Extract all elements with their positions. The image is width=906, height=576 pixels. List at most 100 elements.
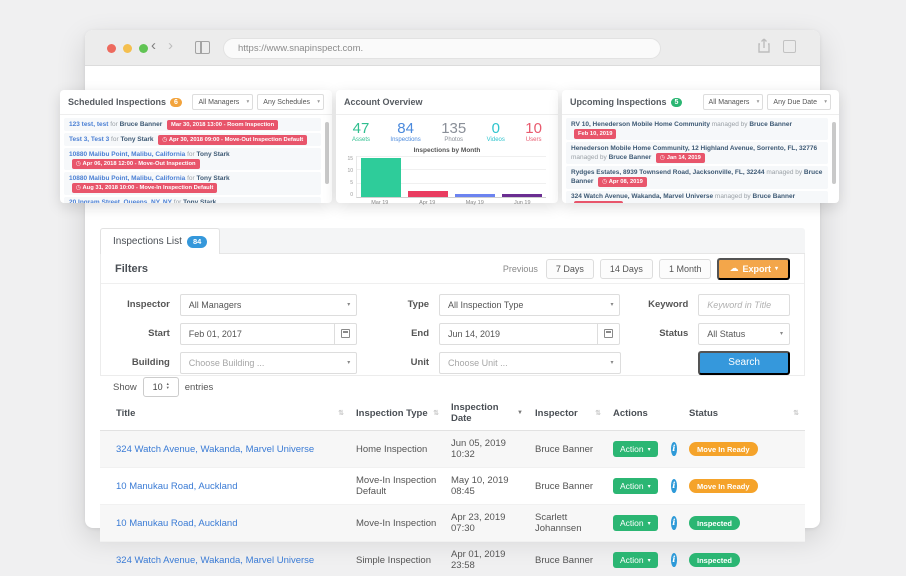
chart-y-tick: 5	[344, 180, 353, 186]
start-calendar-addon[interactable]	[334, 324, 356, 344]
unit-select[interactable]: Choose Unit ... ▾	[439, 352, 620, 374]
upcoming-inspections-card: Upcoming Inspections 5 All Managers▾ Any…	[562, 90, 839, 203]
action-button[interactable]: Action▾	[613, 478, 658, 494]
export-label: Export	[742, 264, 771, 274]
sort-icon: ⇅	[433, 409, 439, 417]
chart-x-label: Apr 19	[407, 200, 447, 206]
scrollbar[interactable]	[832, 122, 836, 184]
account-overview-card: Account Overview 47 Assets 84 Inspection…	[336, 90, 558, 203]
stat: 47 Assets	[352, 121, 370, 143]
range-1-month-button[interactable]: 1 Month	[659, 259, 712, 279]
action-button[interactable]: Action▾	[613, 441, 658, 457]
scheduled-manager-select[interactable]: All Managers▾	[192, 94, 253, 110]
clock-icon: ◷	[162, 137, 167, 143]
chart-y-tick: 0	[344, 192, 353, 198]
action-button[interactable]: Action▾	[613, 515, 658, 531]
row-title-link[interactable]: 10 Manukau Road, Auckland	[116, 481, 237, 492]
row-title-link[interactable]: 324 Watch Avenue, Wakanda, Marvel Univer…	[116, 555, 314, 566]
type-value: All Inspection Type	[448, 300, 523, 310]
entries-select[interactable]: 10 ▴▾	[143, 377, 179, 397]
browser-chrome: ‹ › https://www.snapinspect.com.	[85, 30, 820, 66]
sidebar-toggle-icon[interactable]	[195, 41, 210, 54]
scheduled-item[interactable]: 20 Ingram Street, Queens, NY, NY for Ton…	[64, 197, 321, 203]
show-entries-control: Show 10 ▴▾ entries	[113, 377, 213, 397]
column-header-inspector[interactable]: Inspector⇅	[529, 396, 607, 431]
range-7-days-button[interactable]: 7 Days	[546, 259, 594, 279]
search-button[interactable]: Search	[698, 351, 790, 375]
schedule-badge: ◷ Aug 31, 2018 10:00 - Move-In Inspectio…	[72, 183, 217, 193]
status-select[interactable]: All Status ▾	[698, 323, 790, 345]
schedule-badge: ◷ Mar 30, 2018 13:00 - Room Inspection	[167, 120, 278, 130]
back-icon[interactable]: ‹	[151, 37, 156, 54]
type-label: Type	[387, 299, 429, 310]
column-header-date[interactable]: Inspection Date▼	[445, 396, 529, 431]
desktop: ‹ › https://www.snapinspect.com. Inspect…	[0, 0, 906, 576]
table-row: 10 Manukau Road, Auckland Move-In Inspec…	[100, 468, 805, 505]
stat: 135 Photos	[441, 121, 466, 143]
column-header-type[interactable]: Inspection Type⇅	[350, 396, 445, 431]
row-title-link[interactable]: 10 Manukau Road, Auckland	[116, 518, 237, 529]
column-header-status[interactable]: Status⇅	[683, 396, 805, 431]
scheduled-item[interactable]: 10880 Malibu Point, Malibu, California f…	[64, 148, 321, 170]
start-date-input[interactable]: Feb 01, 2017	[180, 323, 357, 345]
traffic-lights	[107, 44, 148, 53]
upcoming-due-date-select[interactable]: Any Due Date▾	[767, 94, 831, 110]
filters-panel: Filters Previous 7 Days 14 Days 1 Month …	[100, 254, 805, 376]
chevron-down-icon: ▾	[347, 359, 350, 366]
tabs-icon[interactable]	[783, 40, 796, 53]
status-badge: Inspected	[689, 516, 740, 530]
scrollbar[interactable]	[325, 122, 329, 184]
row-title-link[interactable]: 324 Watch Avenue, Wakanda, Marvel Univer…	[116, 444, 314, 455]
scheduled-inspections-card: Scheduled Inspections 6 All Managers▾ An…	[60, 90, 332, 203]
scheduled-count-badge: 6	[170, 98, 182, 107]
info-icon[interactable]: i	[671, 553, 677, 567]
forward-icon[interactable]: ›	[168, 37, 173, 54]
previous-label[interactable]: Previous	[503, 264, 538, 274]
type-select[interactable]: All Inspection Type ▾	[439, 294, 620, 316]
stepper-icon[interactable]: ▴▾	[167, 383, 169, 392]
upcoming-item[interactable]: RV 10, Henederson Mobile Home Community …	[566, 118, 828, 140]
info-icon[interactable]: i	[671, 479, 677, 493]
scheduled-item[interactable]: Test 3, Test 3 for Tony Stark ◷ Apr 30, …	[64, 133, 321, 146]
due-date-badge: ◷ Jan 14, 2019	[656, 153, 705, 163]
chevron-down-icon: ▾	[317, 99, 320, 105]
upcoming-item[interactable]: Henederson Mobile Home Community, 12 Hig…	[566, 142, 828, 164]
building-select[interactable]: Choose Building ... ▾	[180, 352, 358, 374]
sort-icon: ⇅	[595, 409, 601, 417]
export-button[interactable]: ☁ Export ▾	[717, 258, 790, 280]
chart-plot	[356, 156, 546, 198]
upcoming-manager-select[interactable]: All Managers▾	[703, 94, 764, 110]
chart-bar	[502, 156, 542, 197]
tab-inspections-list[interactable]: Inspections List 84	[100, 228, 220, 254]
keyword-label: Keyword	[638, 299, 688, 310]
inspections-table: Title⇅ Inspection Type⇅ Inspection Date▼…	[100, 396, 805, 576]
row-inspection-type: Move-In Inspection	[350, 505, 445, 542]
row-inspection-type: Move-In Inspection Default	[350, 468, 445, 505]
action-button[interactable]: Action▾	[613, 552, 658, 568]
table-header-row: Title⇅ Inspection Type⇅ Inspection Date▼…	[100, 396, 805, 431]
status-badge: Inspected	[689, 553, 740, 567]
range-14-days-button[interactable]: 14 Days	[600, 259, 653, 279]
upcoming-item[interactable]: 324 Watch Avenue, Wakanda, Marvel Univer…	[566, 191, 828, 203]
tab-count-badge: 84	[187, 236, 207, 248]
keyword-input[interactable]	[707, 300, 781, 310]
scheduled-item[interactable]: 123 test, test for Bruce Banner ◷ Mar 30…	[64, 118, 321, 131]
close-window-icon[interactable]	[107, 44, 116, 53]
row-inspection-date: Jun 05, 2019 10:32	[445, 431, 529, 468]
info-icon[interactable]: i	[671, 442, 677, 456]
end-calendar-addon[interactable]	[597, 324, 619, 344]
clock-icon: ◷	[76, 185, 81, 191]
address-bar[interactable]: https://www.snapinspect.com.	[223, 38, 661, 59]
end-date-input[interactable]: Jun 14, 2019	[439, 323, 620, 345]
scheduled-schedule-select[interactable]: Any Schedules▾	[257, 94, 324, 110]
zoom-window-icon[interactable]	[139, 44, 148, 53]
chart-xlabels: Mar 19Apr 19May 19Jun 19	[356, 200, 546, 206]
chevron-down-icon: ▾	[757, 99, 760, 105]
info-icon[interactable]: i	[671, 516, 677, 530]
upcoming-item[interactable]: Rydges Estates, 8939 Townsend Road, Jack…	[566, 166, 828, 188]
minimize-window-icon[interactable]	[123, 44, 132, 53]
inspector-select[interactable]: All Managers ▾	[180, 294, 357, 316]
share-icon[interactable]	[757, 38, 771, 54]
scheduled-item[interactable]: 10880 Malibu Point, Malibu, California f…	[64, 172, 321, 194]
column-header-title[interactable]: Title⇅	[100, 396, 350, 431]
